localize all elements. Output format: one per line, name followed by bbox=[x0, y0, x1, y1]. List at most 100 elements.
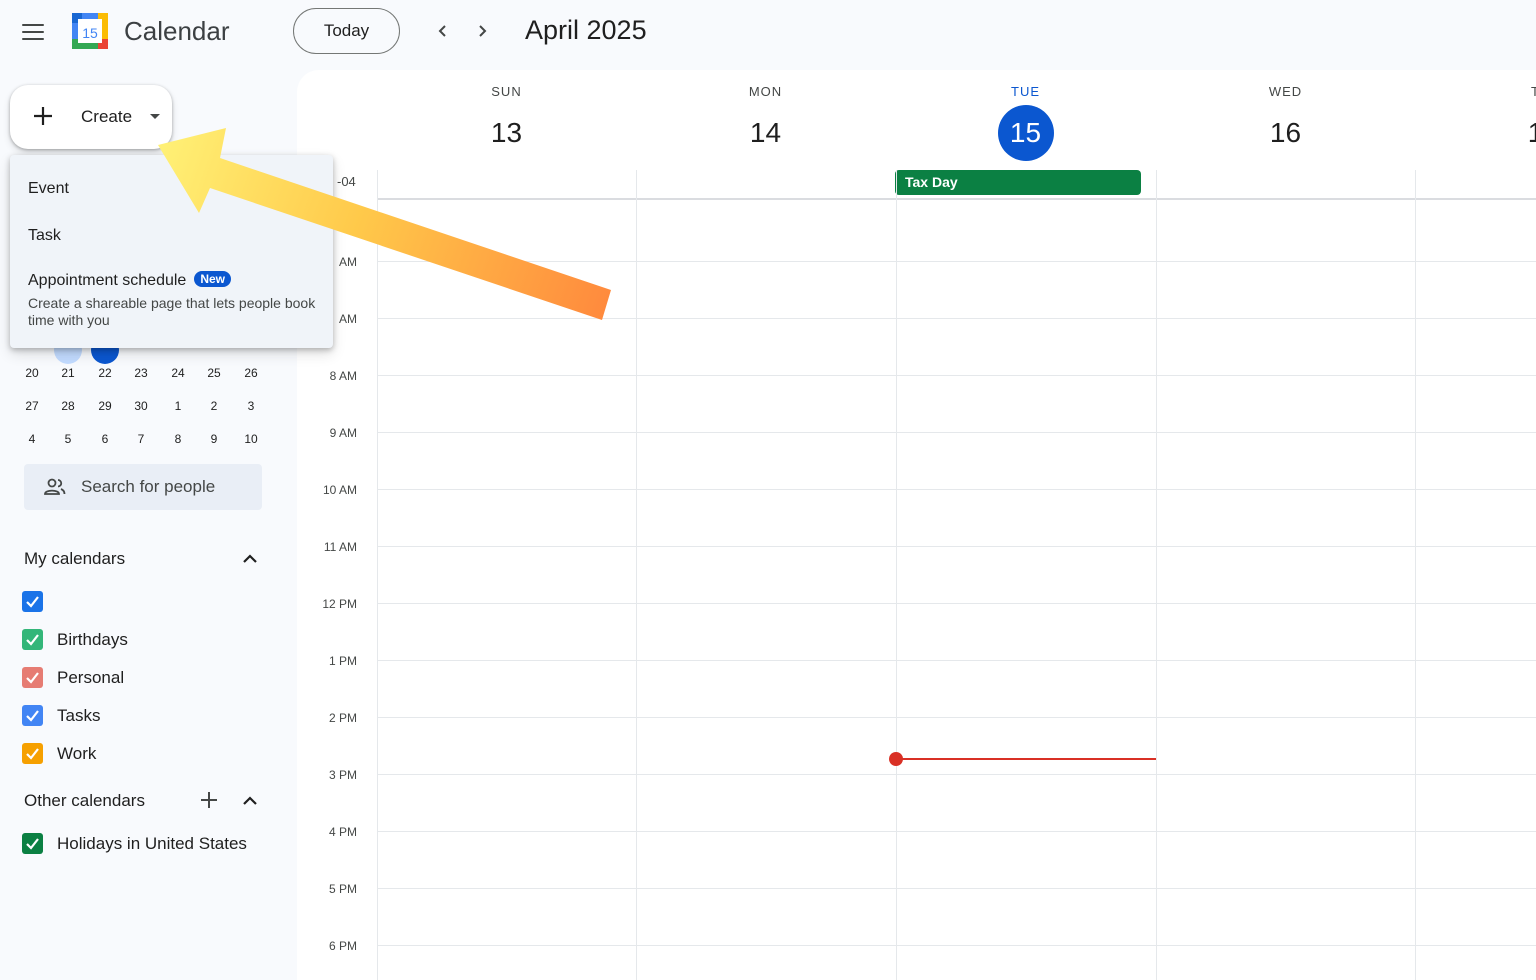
hour-label: 10 AM bbox=[297, 483, 357, 497]
day-header-wed: WED 16 bbox=[1156, 70, 1415, 170]
hour-line bbox=[377, 489, 1536, 490]
mini-cal-day[interactable]: 30 bbox=[123, 399, 159, 413]
calendar-name: Personal bbox=[57, 668, 124, 688]
day-divider bbox=[896, 170, 897, 980]
mini-cal-day[interactable]: 21 bbox=[50, 366, 86, 380]
mini-cal-day[interactable]: 22 bbox=[87, 366, 123, 380]
day-divider bbox=[1156, 170, 1157, 980]
hour-label: 11 AM bbox=[297, 540, 357, 554]
app-title: Calendar bbox=[124, 16, 230, 47]
current-time-dot bbox=[889, 752, 903, 766]
create-button-label: Create bbox=[81, 107, 132, 127]
hour-line bbox=[377, 375, 1536, 376]
day-number-today[interactable]: 15 bbox=[998, 105, 1054, 161]
mini-cal-day[interactable]: 29 bbox=[87, 399, 123, 413]
calendar-name: Holidays in United States bbox=[57, 834, 247, 854]
day-number[interactable]: 13 bbox=[479, 105, 535, 161]
hour-line bbox=[377, 546, 1536, 547]
next-week-chevron-right-icon[interactable] bbox=[467, 16, 497, 46]
appointment-schedule-label: Appointment schedule bbox=[28, 272, 186, 289]
hamburger-menu-icon[interactable] bbox=[16, 18, 50, 46]
plus-icon bbox=[32, 105, 54, 127]
mini-cal-day[interactable]: 6 bbox=[87, 432, 123, 446]
mini-cal-day[interactable]: 2 bbox=[196, 399, 232, 413]
menu-item-task[interactable]: Task bbox=[28, 227, 61, 245]
mini-cal-day[interactable]: 20 bbox=[14, 366, 50, 380]
day-header-sun: SUN 13 bbox=[377, 70, 636, 170]
day-header-mon: MON 14 bbox=[636, 70, 895, 170]
hour-line bbox=[377, 774, 1536, 775]
day-header-thu: T 1 bbox=[1406, 70, 1536, 170]
hour-line bbox=[377, 432, 1536, 433]
today-button[interactable]: Today bbox=[293, 8, 400, 54]
checkbox-checked-icon[interactable] bbox=[22, 591, 43, 612]
day-divider bbox=[1415, 170, 1416, 980]
mini-cal-day[interactable]: 25 bbox=[196, 366, 232, 380]
day-of-week: MON bbox=[636, 84, 895, 99]
day-of-week: T bbox=[1406, 84, 1536, 99]
calendar-name: Tasks bbox=[57, 706, 100, 726]
mini-cal-day[interactable]: 4 bbox=[14, 432, 50, 446]
hour-line bbox=[377, 888, 1536, 889]
checkbox-checked-icon[interactable] bbox=[22, 833, 43, 854]
people-icon bbox=[44, 478, 66, 496]
hour-label: 1 PM bbox=[297, 654, 357, 668]
hour-label: 8 AM bbox=[297, 369, 357, 383]
calendar-name: Work bbox=[57, 744, 96, 764]
day-number[interactable]: 1 bbox=[1508, 105, 1536, 161]
mini-cal-day[interactable]: 8 bbox=[160, 432, 196, 446]
prev-week-chevron-left-icon[interactable] bbox=[428, 16, 458, 46]
mini-cal-day[interactable]: 1 bbox=[160, 399, 196, 413]
checkbox-checked-icon[interactable] bbox=[22, 629, 43, 650]
appointment-schedule-description: Create a shareable page that lets people… bbox=[28, 295, 318, 329]
day-divider bbox=[636, 170, 637, 980]
my-calendars-title[interactable]: My calendars bbox=[24, 549, 125, 569]
hour-label: 5 PM bbox=[297, 882, 357, 896]
calendar-name: Birthdays bbox=[57, 630, 128, 650]
mini-cal-day[interactable]: 10 bbox=[233, 432, 269, 446]
checkbox-checked-icon[interactable] bbox=[22, 705, 43, 726]
other-calendars-title[interactable]: Other calendars bbox=[24, 791, 145, 811]
svg-text:15: 15 bbox=[82, 25, 98, 41]
dropdown-caret-icon bbox=[150, 114, 160, 119]
add-calendar-plus-icon[interactable] bbox=[199, 790, 219, 810]
hour-line bbox=[377, 603, 1536, 604]
create-button[interactable]: Create bbox=[10, 85, 172, 149]
create-dropdown-menu: Event Task Appointment scheduleNew Creat… bbox=[10, 155, 333, 348]
mini-cal-day[interactable]: 23 bbox=[123, 366, 159, 380]
day-number[interactable]: 14 bbox=[738, 105, 794, 161]
day-header-tue: TUE 15 bbox=[896, 70, 1155, 170]
search-people-placeholder: Search for people bbox=[81, 477, 215, 497]
collapse-chevron-up-icon[interactable] bbox=[240, 791, 260, 811]
checkbox-checked-icon[interactable] bbox=[22, 667, 43, 688]
mini-cal-day[interactable]: 9 bbox=[196, 432, 232, 446]
checkbox-checked-icon[interactable] bbox=[22, 743, 43, 764]
mini-cal-day[interactable]: 26 bbox=[233, 366, 269, 380]
allday-event-tax-day[interactable]: Tax Day bbox=[895, 170, 1141, 195]
day-number[interactable]: 16 bbox=[1258, 105, 1314, 161]
hour-label: 12 PM bbox=[297, 597, 357, 611]
mini-cal-day[interactable]: 27 bbox=[14, 399, 50, 413]
mini-cal-day[interactable]: 28 bbox=[50, 399, 86, 413]
timezone-label: -04 bbox=[337, 174, 356, 189]
hour-line bbox=[377, 660, 1536, 661]
day-divider bbox=[377, 170, 378, 980]
collapse-chevron-up-icon[interactable] bbox=[240, 549, 260, 569]
current-time-line bbox=[896, 758, 1156, 760]
mini-cal-day[interactable]: 5 bbox=[50, 432, 86, 446]
hour-line bbox=[377, 318, 1536, 319]
hour-line bbox=[377, 831, 1536, 832]
current-month-title: April 2025 bbox=[525, 15, 647, 46]
hour-label: 2 PM bbox=[297, 711, 357, 725]
day-of-week: WED bbox=[1156, 84, 1415, 99]
search-people-input[interactable]: Search for people bbox=[24, 464, 262, 510]
day-of-week: TUE bbox=[896, 84, 1155, 99]
hour-label: 4 PM bbox=[297, 825, 357, 839]
mini-cal-day[interactable]: 24 bbox=[160, 366, 196, 380]
menu-item-event[interactable]: Event bbox=[28, 180, 69, 198]
day-of-week: SUN bbox=[377, 84, 636, 99]
menu-item-appointment-schedule[interactable]: Appointment scheduleNew bbox=[28, 271, 231, 290]
mini-cal-day[interactable]: 7 bbox=[123, 432, 159, 446]
mini-cal-day[interactable]: 3 bbox=[233, 399, 269, 413]
hour-line bbox=[377, 945, 1536, 946]
